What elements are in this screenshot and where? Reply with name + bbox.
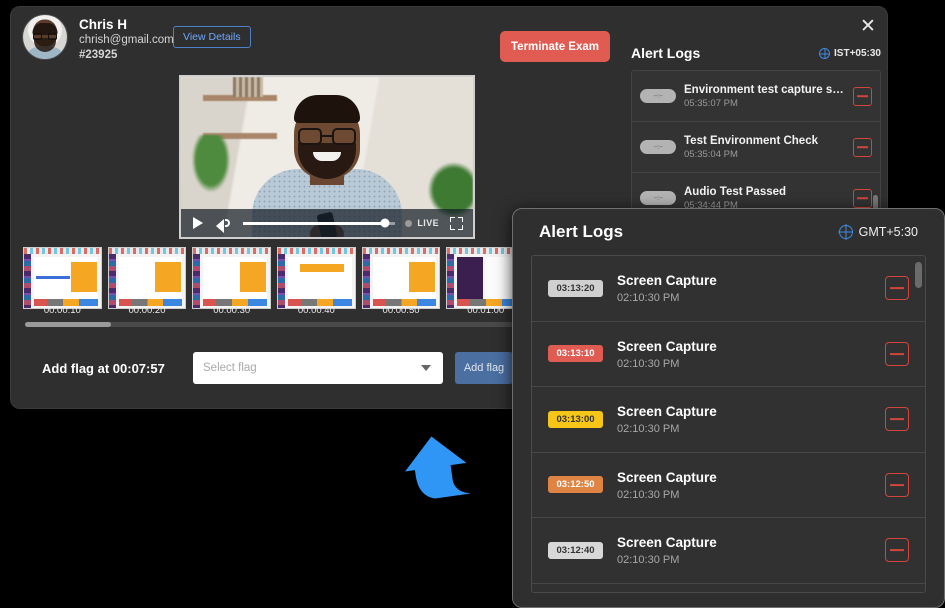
background-timezone: IST+05:30 (819, 48, 881, 59)
remove-alert-icon[interactable] (885, 473, 909, 497)
alert-name: Screen Capture (617, 338, 871, 355)
candidate-email: chrish@gmail.com (79, 33, 174, 48)
remove-alert-icon[interactable] (853, 138, 872, 157)
alert-time: 02:10:30 PM (617, 489, 871, 501)
globe-icon (819, 48, 830, 59)
time-badge: --:-- (640, 89, 676, 103)
timeline-scrollbar[interactable] (25, 322, 521, 327)
alert-name: Screen Capture (617, 403, 871, 420)
alert-logs-list: 03:13:20 Screen Capture 02:10:30 PM 03:1… (531, 255, 926, 593)
video-progress-slider[interactable] (243, 222, 395, 225)
video-controls: LIVE (181, 209, 473, 237)
time-badge: 03:13:20 (548, 280, 603, 297)
timeline-thumbnail[interactable] (108, 247, 187, 309)
table-row[interactable]: 03:13:20 Screen Capture 02:10:30 PM (532, 256, 925, 322)
timeline-thumbnail[interactable] (192, 247, 271, 309)
table-row[interactable]: 03:12:40 Screen Capture 02:10:30 PM (532, 518, 925, 584)
video-player[interactable]: LIVE (179, 75, 475, 239)
alert-logs-panel: Alert Logs GMT+5:30 03:13:20 Screen Capt… (512, 208, 945, 608)
timezone-indicator: GMT+5:30 (839, 225, 918, 239)
remove-alert-icon[interactable] (885, 407, 909, 431)
volume-icon[interactable] (215, 214, 233, 232)
timeline-label: 00:00:50 (362, 305, 441, 319)
alert-time: 02:10:30 PM (617, 292, 871, 304)
time-badge: --:-- (640, 140, 676, 154)
alert-time: 02:10:30 PM (617, 554, 871, 566)
time-badge: 03:12:40 (548, 542, 603, 559)
candidate-meta: Chris H chrish@gmail.com #23925 (79, 15, 174, 63)
remove-alert-icon[interactable] (853, 189, 872, 208)
add-flag-label: Add flag at 00:07:57 (23, 361, 193, 376)
remove-alert-icon[interactable] (885, 538, 909, 562)
alert-time: 02:10:30 PM (617, 423, 871, 435)
annotation-arrow-icon (401, 434, 473, 504)
table-row[interactable]: 03:13:10 Screen Capture 02:10:30 PM (532, 322, 925, 388)
background-alert-logs-panel: Alert Logs IST+05:30 --:-- Environment t… (631, 45, 881, 223)
chevron-down-icon (421, 365, 431, 371)
table-row[interactable]: 03:12:50 Screen Capture 02:10:30 PM (532, 453, 925, 519)
fullscreen-icon[interactable] (447, 214, 465, 232)
live-dot-icon (405, 220, 412, 227)
flag-select[interactable]: Select flag (193, 352, 443, 384)
candidate-name: Chris H (79, 17, 174, 33)
candidate-header: Chris H chrish@gmail.com #23925 (23, 15, 174, 63)
screenshot-root: Chris H chrish@gmail.com #23925 View Det… (0, 0, 945, 608)
timeline-label: 00:00:10 (23, 305, 102, 319)
timeline-label: 00:00:40 (277, 305, 356, 319)
alert-time: 05:35:04 PM (684, 149, 845, 160)
alert-logs-header: Alert Logs GMT+5:30 (513, 209, 944, 255)
alert-name: Screen Capture (617, 534, 871, 551)
view-details-button[interactable]: View Details (173, 26, 251, 48)
alert-logs-scrollbar[interactable] (915, 262, 922, 288)
timeline-thumbnail[interactable] (277, 247, 356, 309)
list-item[interactable]: --:-- Test Environment Check 05:35:04 PM (632, 122, 880, 173)
table-row[interactable]: 03:13:00 Screen Capture 02:10:30 PM (532, 387, 925, 453)
alert-time: 02:10:30 PM (617, 358, 871, 370)
time-badge: --:-- (640, 191, 676, 205)
remove-alert-icon[interactable] (853, 87, 872, 106)
alert-time: 05:35:07 PM (684, 98, 845, 109)
terminate-exam-button[interactable]: Terminate Exam (500, 31, 610, 62)
timeline-label: 00:00:20 (108, 305, 187, 319)
globe-icon (839, 225, 853, 239)
timeline-label: 00:00:30 (192, 305, 271, 319)
avatar (23, 15, 67, 59)
time-badge: 03:13:10 (548, 345, 603, 362)
candidate-id: #23925 (79, 48, 174, 63)
remove-alert-icon[interactable] (885, 342, 909, 366)
time-badge: 03:12:50 (548, 476, 603, 493)
alert-name: Test Environment Check (684, 135, 845, 147)
background-timezone-label: IST+05:30 (834, 48, 881, 59)
alert-name: Audio Test Passed (684, 186, 845, 198)
alert-name: Screen Capture (617, 272, 871, 289)
flag-select-placeholder: Select flag (203, 362, 257, 374)
timezone-label: GMT+5:30 (859, 225, 918, 239)
add-flag-button[interactable]: Add flag (455, 352, 513, 384)
background-alert-list: --:-- Environment test capture su… 05:35… (631, 70, 881, 222)
alert-name: Screen Capture (617, 469, 871, 486)
timeline-labels: 00:00:10 00:00:20 00:00:30 00:00:40 00:0… (23, 305, 525, 319)
list-item[interactable]: --:-- Environment test capture su… 05:35… (632, 71, 880, 122)
remove-alert-icon[interactable] (885, 276, 909, 300)
timeline-thumbnail[interactable] (23, 247, 102, 309)
page-title: Alert Logs (539, 222, 623, 242)
timeline-thumbnail[interactable] (362, 247, 441, 309)
time-badge: 03:13:00 (548, 411, 603, 428)
live-indicator: LIVE (405, 218, 439, 228)
add-flag-row: Add flag at 00:07:57 Select flag Add fla… (23, 342, 523, 394)
alert-name: Environment test capture su… (684, 84, 845, 96)
close-icon[interactable]: ✕ (857, 17, 879, 39)
live-label: LIVE (417, 218, 439, 228)
play-icon[interactable] (189, 214, 207, 232)
